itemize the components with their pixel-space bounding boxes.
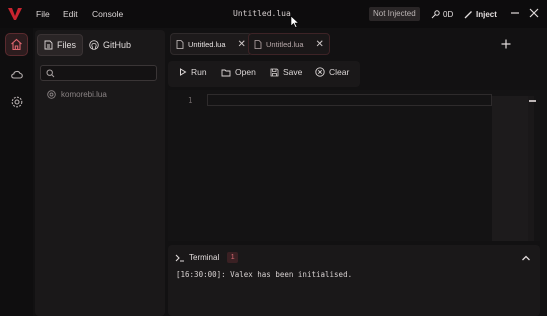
close-window-icon[interactable] <box>527 6 541 20</box>
add-tab-icon[interactable] <box>500 38 512 50</box>
attach-count-button[interactable]: 0D <box>431 7 453 21</box>
file-name: komorebi.lua <box>61 90 107 99</box>
menu-edit[interactable]: Edit <box>63 9 78 19</box>
tab-files[interactable]: Files <box>37 34 84 56</box>
scroll-position-marker <box>529 100 536 102</box>
file-icon <box>176 39 184 49</box>
terminal-output-line: [16:30:00]: Valex has been initialised. <box>176 270 353 279</box>
clear-label: Clear <box>329 67 350 77</box>
save-icon <box>270 68 279 76</box>
minimize-icon[interactable] <box>508 6 522 20</box>
run-label: Run <box>191 67 207 77</box>
cloud-nav-button[interactable] <box>5 62 28 85</box>
open-label: Open <box>235 67 256 77</box>
save-button[interactable]: Save <box>270 67 302 77</box>
editor-tab-2[interactable]: Untitled.lua ✕ <box>248 33 330 55</box>
injection-status-badge: Not Injected <box>369 7 420 21</box>
file-explorer-panel: Files GitHub komorebi.lua <box>35 30 165 316</box>
tab-files-label: Files <box>57 40 77 50</box>
editor-tab-strip: Untitled.lua ✕ Untitled.lua ✕ <box>168 30 547 58</box>
document-title: Untitled.lua <box>233 9 291 18</box>
inject-label: Inject <box>476 9 497 19</box>
file-search-input[interactable] <box>40 65 157 81</box>
inject-button[interactable]: Inject <box>464 7 497 21</box>
open-button[interactable]: Open <box>221 67 256 77</box>
line-number: 1 <box>188 96 193 105</box>
at-icon <box>47 90 56 99</box>
terminal-title: Terminal <box>189 253 220 262</box>
close-tab-icon[interactable]: ✕ <box>316 39 324 50</box>
settings-nav-button[interactable] <box>5 90 28 113</box>
clear-button[interactable]: Clear <box>315 67 349 77</box>
valex-logo-icon <box>8 8 22 20</box>
clear-icon <box>315 67 325 77</box>
cloud-icon <box>10 70 23 79</box>
run-button[interactable]: Run <box>179 67 207 77</box>
key-icon <box>431 9 440 18</box>
tab-github-label: GitHub <box>103 40 132 50</box>
chevron-up-icon[interactable] <box>521 254 531 262</box>
minimap[interactable] <box>492 96 528 241</box>
search-icon <box>46 69 55 78</box>
editor-tab-2-label: Untitled.lua <box>266 39 304 49</box>
github-icon <box>89 40 99 50</box>
terminal-panel: Terminal 1 [16:30:00]: Valex has been in… <box>168 245 540 316</box>
editor-toolbar: Run Open Save Clear <box>168 61 360 87</box>
tab-github[interactable]: GitHub <box>83 34 137 56</box>
syringe-icon <box>464 10 472 18</box>
home-icon <box>11 38 22 51</box>
menu-console[interactable]: Console <box>92 9 123 19</box>
home-nav-button[interactable] <box>5 33 28 56</box>
terminal-header[interactable]: Terminal 1 <box>175 252 239 263</box>
current-line-highlight <box>207 94 492 106</box>
terminal-count-badge: 1 <box>227 252 239 263</box>
code-editor[interactable]: 1 <box>168 90 540 241</box>
title-bar: File Edit Console Untitled.lua Not Injec… <box>0 0 547 28</box>
mouse-pointer-icon <box>290 16 299 28</box>
editor-tab-1[interactable]: Untitled.lua ✕ <box>170 33 252 55</box>
attach-count: 0D <box>443 9 454 19</box>
vertical-scrollbar[interactable] <box>528 96 534 241</box>
editor-tab-1-label: Untitled.lua <box>188 39 226 49</box>
terminal-icon <box>175 254 184 262</box>
file-list-item[interactable]: komorebi.lua <box>47 90 107 99</box>
file-icon <box>254 39 262 49</box>
activity-bar <box>0 28 33 316</box>
gear-icon <box>11 96 22 107</box>
file-icon <box>44 40 53 50</box>
close-tab-icon[interactable]: ✕ <box>238 39 246 50</box>
play-icon <box>180 68 187 76</box>
save-label: Save <box>283 67 303 77</box>
menu-file[interactable]: File <box>36 9 50 19</box>
open-file-icon <box>221 69 231 76</box>
